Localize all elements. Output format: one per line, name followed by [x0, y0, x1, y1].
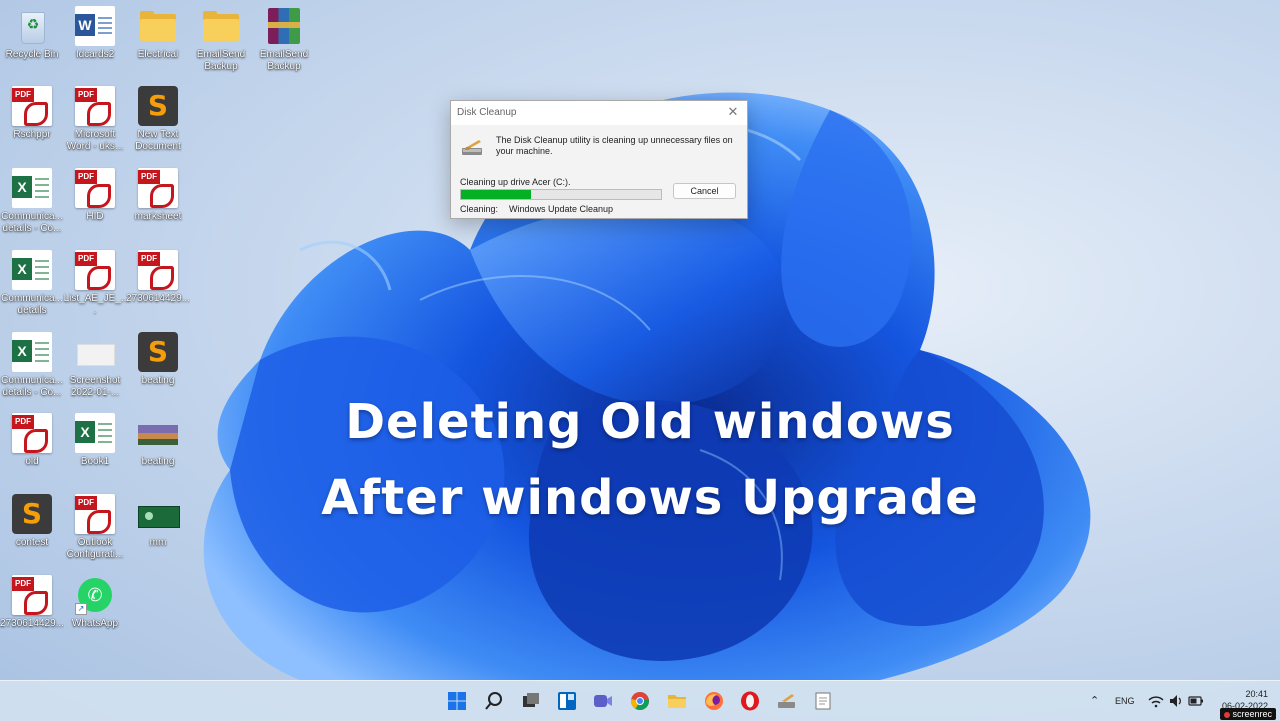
- pdf-icon: PDF: [12, 575, 52, 615]
- screenshot-image-icon: [75, 332, 115, 372]
- drive-status-text: Cleaning up drive Acer (C:).: [460, 177, 571, 187]
- volume-icon[interactable]: [1168, 690, 1184, 712]
- sublime-text-icon: S: [138, 86, 178, 126]
- clock-time: 20:41: [1245, 689, 1268, 699]
- desktop-icon-hid[interactable]: PDF HID: [63, 168, 127, 223]
- firefox-icon[interactable]: [703, 690, 725, 712]
- wifi-icon[interactable]: [1148, 690, 1164, 712]
- excel-icon: X: [12, 250, 52, 290]
- desktop-icon-emailsend-backup-folder[interactable]: EmailSend Backup: [189, 6, 253, 73]
- desktop-icon-marksheet[interactable]: PDF marksheet: [126, 168, 190, 223]
- desktop-icon-screenshot[interactable]: Screenshot 2022-01-...: [63, 332, 127, 399]
- whatsapp-icon: ✆ ↗: [75, 575, 115, 615]
- desktop-icon-recycle-bin[interactable]: ♻ Recycle Bin: [0, 6, 64, 61]
- language-indicator[interactable]: ENG: [1115, 681, 1135, 721]
- disk-cleanup-taskbar-icon[interactable]: [776, 690, 798, 712]
- desktop-icon-electrical[interactable]: Electrical: [126, 6, 190, 61]
- recycle-bin-icon: ♻: [12, 6, 52, 46]
- record-dot-icon: [1224, 711, 1231, 718]
- cancel-button[interactable]: Cancel: [673, 183, 736, 199]
- close-icon[interactable]: ✕: [725, 104, 741, 120]
- notepad-icon[interactable]: [812, 690, 834, 712]
- cleanup-progress-bar: [460, 189, 662, 200]
- desktop-icon-idcards2[interactable]: W Idcards2: [63, 6, 127, 61]
- overlay-caption-line2: After windows Upgrade: [321, 470, 979, 526]
- folder-icon: [138, 6, 178, 46]
- taskbar: ⌃ ENG 20:41 06-02-2022 screenrec: [0, 680, 1280, 721]
- progress-fill: [461, 190, 531, 199]
- battery-icon[interactable]: [1188, 690, 1204, 712]
- winrar-archive-icon: [264, 6, 304, 46]
- desktop-icon-communication-details-co-2[interactable]: X Communica... details - Co...: [0, 332, 64, 399]
- excel-icon: X: [12, 168, 52, 208]
- search-icon[interactable]: [483, 690, 505, 712]
- pdf-icon: PDF: [75, 250, 115, 290]
- desktop-icon-communication-details-co-1[interactable]: X Communica... details - Co...: [0, 168, 64, 235]
- overlay-caption-line1: Deleting Old windows: [345, 394, 955, 450]
- cleaning-label: Cleaning:: [460, 204, 499, 214]
- pdf-icon: PDF: [75, 86, 115, 126]
- sublime-text-icon: S: [138, 332, 178, 372]
- desktop-icon-emailsend-backup-archive[interactable]: EmailSend Backup: [252, 6, 316, 73]
- widgets-icon[interactable]: [556, 690, 578, 712]
- pdf-icon: PDF: [138, 168, 178, 208]
- pdf-icon: PDF: [138, 250, 178, 290]
- dialog-message: The Disk Cleanup utility is cleaning up …: [496, 135, 733, 156]
- opera-icon[interactable]: [739, 690, 761, 712]
- desktop-icon-2730614429-b[interactable]: PDF 2730614429...: [0, 575, 64, 630]
- dialog-title: Disk Cleanup: [457, 107, 517, 118]
- word-document-icon: W: [75, 6, 115, 46]
- desktop-icon-list-ae-je[interactable]: PDF List_AE_JE_...: [63, 250, 127, 317]
- desktop-icon-whatsapp[interactable]: ✆ ↗ WhatsApp: [63, 575, 127, 630]
- desktop-icon-communication-details[interactable]: X Communica... details: [0, 250, 64, 317]
- excel-icon: X: [12, 332, 52, 372]
- teams-chat-icon[interactable]: [592, 690, 614, 712]
- shortcut-arrow-icon: ↗: [75, 603, 87, 615]
- pdf-icon: PDF: [12, 86, 52, 126]
- desktop-icon-microsoft-word-uks[interactable]: PDF Microsoft Word - uks...: [63, 86, 127, 153]
- screenrec-watermark: screenrec: [1220, 708, 1276, 720]
- start-icon[interactable]: [446, 690, 468, 712]
- disk-cleanup-dialog: Disk Cleanup ✕ The Disk Cleanup utility …: [450, 100, 748, 219]
- chrome-icon[interactable]: [629, 690, 651, 712]
- screenrec-brand: screenrec: [1232, 709, 1272, 719]
- desktop-icon-new-text-document[interactable]: S New Text Document: [126, 86, 190, 153]
- desktop-icon-rschppr[interactable]: PDF Rschppr: [0, 86, 64, 141]
- file-explorer-icon[interactable]: [666, 690, 688, 712]
- pdf-icon: PDF: [75, 168, 115, 208]
- disk-cleanup-icon: [462, 140, 482, 155]
- cleaning-value: Windows Update Cleanup: [509, 204, 614, 214]
- folder-icon: [201, 6, 241, 46]
- dialog-titlebar[interactable]: Disk Cleanup ✕: [451, 101, 747, 125]
- desktop-icon-2730614429-a[interactable]: PDF 2730614429...: [126, 250, 190, 305]
- desktop-icon-beating-sublime[interactable]: S beating: [126, 332, 190, 387]
- task-view-icon[interactable]: [520, 690, 542, 712]
- chevron-up-icon[interactable]: ⌃: [1090, 681, 1099, 721]
